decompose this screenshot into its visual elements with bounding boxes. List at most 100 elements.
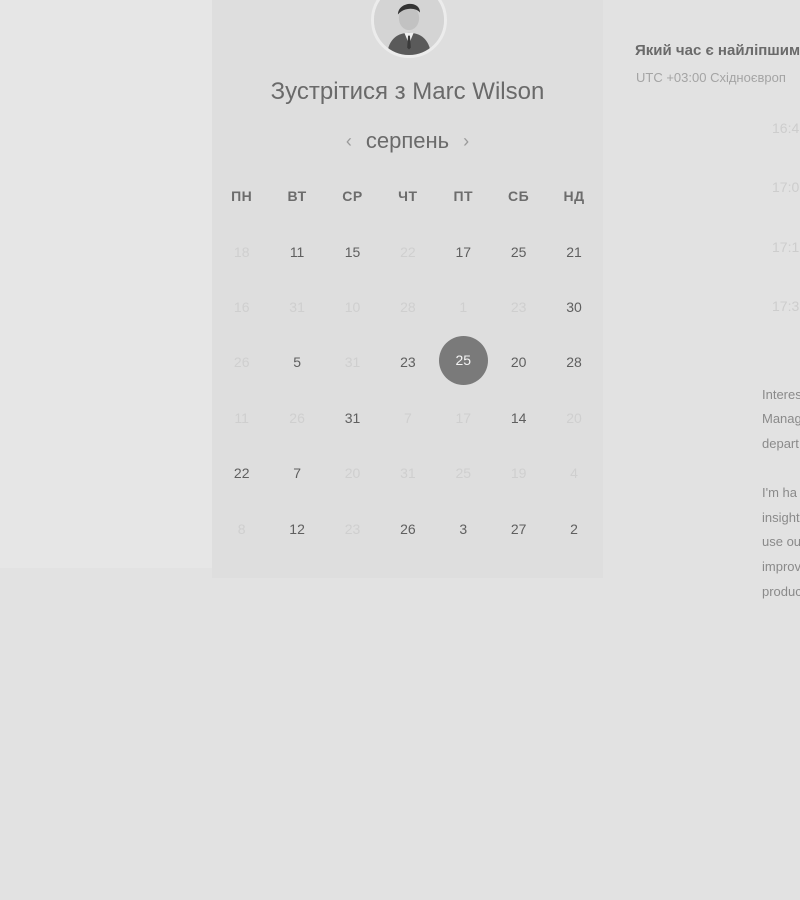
calendar-day-grid: 18 11 15 22 17 25 21 16 31 10 28 1 23 30 26 5 31 23 25 20 28… (214, 224, 602, 556)
top-faded-text (640, 0, 740, 12)
calendar-day[interactable]: 11 (269, 224, 324, 279)
calendar-day-number: 7 (293, 465, 301, 482)
calendar-day: 20 (325, 446, 380, 501)
weekday-label: ЧТ (398, 188, 418, 204)
calendar-day-selected[interactable]: 25 (436, 335, 491, 390)
calendar-day[interactable]: 14 (491, 390, 546, 445)
calendar-day[interactable]: 2 (546, 501, 601, 556)
calendar-day: 1 (436, 279, 491, 334)
calendar-day: 20 (546, 390, 601, 445)
calendar-day[interactable]: 27 (491, 501, 546, 556)
calendar-day-number: 31 (344, 409, 361, 426)
calendar-day[interactable]: 15 (325, 224, 380, 279)
calendar-day[interactable]: 28 (546, 335, 601, 390)
calendar-day[interactable]: 25 (491, 224, 546, 279)
calendar-day-number: 1 (459, 299, 468, 316)
calendar-day-number: 20 (566, 409, 582, 426)
calendar-day-number: 11 (289, 243, 305, 260)
bio-line: improv (762, 559, 800, 574)
calendar-day[interactable]: 21 (546, 224, 601, 279)
time-question-heading: Який час є найліпшим (635, 42, 800, 59)
bio-line: Interes (762, 387, 800, 402)
calendar-day-number: 5 (293, 354, 301, 371)
calendar-day[interactable]: 26 (380, 501, 435, 556)
calendar-day-number: 15 (344, 243, 361, 260)
calendar-day: 16 (214, 279, 269, 334)
weekday-label: ВТ (287, 188, 307, 204)
month-navigation: ‹ серпень › (212, 126, 603, 156)
calendar-day-number: 26 (233, 354, 250, 371)
calendar-day-number: 26 (400, 520, 416, 537)
time-slot[interactable]: 17:1 (772, 239, 799, 255)
bio-line: depart (762, 436, 799, 451)
bio-line: Manag (762, 411, 800, 426)
calendar-day: 23 (325, 501, 380, 556)
calendar-day: 18 (214, 224, 269, 279)
calendar-day[interactable]: 23 (380, 335, 435, 390)
calendar-day: 31 (380, 446, 435, 501)
page-title: Зустрітися з Marc Wilson (270, 78, 545, 105)
calendar-day-number: 8 (237, 520, 246, 537)
weekday-label: СР (342, 188, 363, 204)
weekday-label: СБ (508, 188, 530, 204)
calendar-day-number: 16 (233, 299, 250, 316)
calendar-day: 10 (325, 279, 380, 334)
time-slot[interactable]: 17:0 (772, 179, 799, 195)
calendar-day: 26 (214, 335, 269, 390)
calendar-day-number: 26 (289, 409, 305, 426)
calendar-day-number: 7 (403, 409, 412, 426)
calendar-day-number: 20 (510, 354, 527, 371)
chevron-right-icon[interactable]: › (463, 132, 469, 150)
calendar-day-number: 3 (459, 520, 468, 537)
calendar-day-number: 28 (400, 299, 416, 316)
weekday-label: ПТ (453, 188, 474, 204)
calendar-day[interactable]: 20 (491, 335, 546, 390)
bio-line: I'm ha (762, 485, 797, 500)
calendar-day-number: 25 (438, 335, 488, 385)
calendar-day: 25 (436, 446, 491, 501)
calendar-day-number: 11 (234, 409, 249, 426)
calendar-day-number: 4 (570, 465, 578, 482)
bio-line: produc (762, 584, 800, 599)
calendar-day-number: 30 (566, 299, 582, 316)
calendar-day-number: 25 (510, 243, 527, 260)
time-slot[interactable]: 17:3 (772, 298, 799, 314)
calendar-day-number: 23 (344, 520, 361, 537)
calendar-day[interactable]: 22 (214, 446, 269, 501)
calendar-day-number: 18 (233, 243, 250, 260)
timezone-label[interactable]: UTC +03:00 Східноєвроп (636, 70, 786, 85)
calendar-day-number: 17 (455, 243, 472, 260)
calendar-day: 26 (269, 390, 324, 445)
calendar-day-number: 19 (510, 465, 527, 482)
calendar-day-number: 31 (400, 465, 416, 482)
calendar-day: 8 (214, 501, 269, 556)
calendar-day-number: 23 (400, 354, 416, 371)
chevron-left-icon[interactable]: ‹ (346, 132, 352, 150)
calendar-day: 17 (436, 390, 491, 445)
calendar-day[interactable]: 30 (546, 279, 601, 334)
calendar-day: 22 (380, 224, 435, 279)
calendar-day-number: 22 (233, 465, 250, 482)
calendar-day: 19 (491, 446, 546, 501)
month-label: серпень (365, 128, 450, 153)
calendar-day-number: 2 (570, 520, 578, 537)
calendar-day[interactable]: 5 (269, 335, 324, 390)
bio-line: use ou (762, 534, 800, 549)
calendar-day-number: 12 (289, 520, 305, 537)
calendar-day: 31 (325, 335, 380, 390)
calendar-day: 28 (380, 279, 435, 334)
calendar-day-number: 10 (344, 299, 361, 316)
calendar-day-number: 31 (289, 299, 305, 316)
calendar-day[interactable]: 31 (325, 390, 380, 445)
calendar-day-number: 27 (510, 520, 527, 537)
calendar-day[interactable]: 7 (269, 446, 324, 501)
calendar-day-number: 25 (455, 465, 472, 482)
calendar-day[interactable]: 12 (269, 501, 324, 556)
time-slot[interactable]: 16:4 (772, 120, 799, 136)
calendar-day[interactable]: 17 (436, 224, 491, 279)
calendar-day: 11 (214, 390, 269, 445)
calendar-day[interactable]: 3 (436, 501, 491, 556)
weekday-header: ПН ВТ СР ЧТ ПТ СБ НД (214, 188, 602, 204)
calendar-day-number: 17 (455, 409, 472, 426)
calendar-day-number: 31 (344, 354, 361, 371)
